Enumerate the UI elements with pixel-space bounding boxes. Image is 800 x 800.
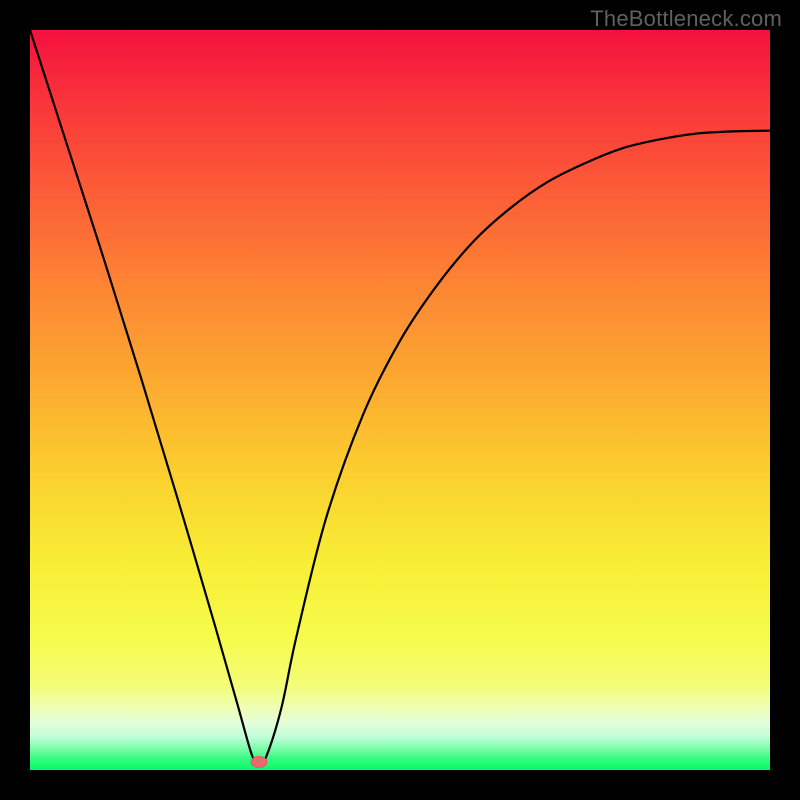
plot-area (30, 30, 770, 770)
bottleneck-curve (30, 30, 770, 770)
watermark-text: TheBottleneck.com (590, 6, 782, 32)
curve-path (30, 30, 770, 764)
minimum-marker (251, 756, 268, 768)
chart-frame: TheBottleneck.com (0, 0, 800, 800)
